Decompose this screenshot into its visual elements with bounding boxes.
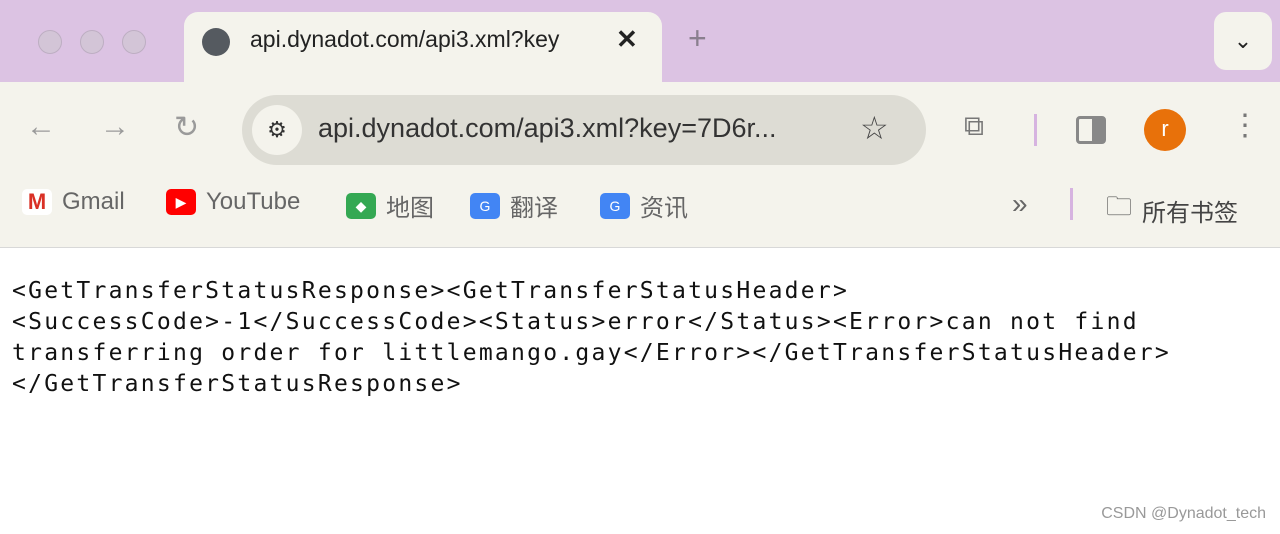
close-tab-icon[interactable]: ✕ xyxy=(616,24,638,55)
content-line: transferring order for littlemango.gay</… xyxy=(12,340,1171,366)
divider xyxy=(1034,114,1037,146)
bookmark-label: Gmail xyxy=(62,188,125,215)
new-tab-button[interactable]: + xyxy=(688,20,707,57)
content-line: </GetTransferStatusResponse> xyxy=(12,371,463,397)
bookmark-news[interactable]: G 资讯 xyxy=(600,188,688,223)
all-bookmarks-label: 所有书签 xyxy=(1142,199,1239,227)
bookmark-star-icon[interactable]: ☆ xyxy=(860,109,889,147)
forward-button[interactable]: → xyxy=(100,110,130,144)
bookmark-gmail[interactable]: M Gmail xyxy=(22,188,125,216)
site-settings-icon[interactable]: ⚙ xyxy=(252,105,302,155)
tab-strip: api.dynadot.com/api3.xml?key ✕ + ⌄ xyxy=(0,0,1280,84)
close-window-button[interactable] xyxy=(38,30,62,54)
divider xyxy=(1070,188,1073,220)
bookmark-label: 翻译 xyxy=(510,195,558,222)
content-line: <SuccessCode>-1</SuccessCode><Status>err… xyxy=(12,309,1139,335)
extensions-icon[interactable]: ⧉ xyxy=(964,110,984,143)
minimize-window-button[interactable] xyxy=(80,30,104,54)
profile-avatar[interactable]: r xyxy=(1144,109,1186,151)
address-bar[interactable]: ⚙ api.dynadot.com/api3.xml?key=7D6r... ☆ xyxy=(242,95,926,165)
bookmark-label: YouTube xyxy=(206,188,301,215)
side-panel-icon[interactable] xyxy=(1076,116,1106,144)
bookmark-label: 地图 xyxy=(386,195,434,222)
url-text[interactable]: api.dynadot.com/api3.xml?key=7D6r... xyxy=(318,113,777,144)
youtube-icon: ▶ xyxy=(166,189,196,215)
watermark: CSDN @Dynadot_tech xyxy=(1101,505,1266,522)
bookmark-label: 资讯 xyxy=(640,195,688,222)
active-tab[interactable]: api.dynadot.com/api3.xml?key ✕ xyxy=(184,12,662,84)
folder-icon: 🗀 xyxy=(1106,191,1133,221)
toolbar: ← → ↻ ⚙ api.dynadot.com/api3.xml?key=7D6… xyxy=(0,82,1280,248)
reload-button[interactable]: ↻ xyxy=(174,110,199,145)
content-line: <GetTransferStatusResponse><GetTransferS… xyxy=(12,278,850,304)
back-button[interactable]: ← xyxy=(26,110,56,144)
xml-response: <GetTransferStatusResponse><GetTransferS… xyxy=(12,276,1171,400)
menu-icon[interactable]: ⋮ xyxy=(1230,108,1260,143)
bookmark-translate[interactable]: G 翻译 xyxy=(470,188,558,223)
bookmark-maps[interactable]: ◆ 地图 xyxy=(346,188,434,223)
all-bookmarks-button[interactable]: 🗀 所有书签 xyxy=(1106,188,1238,232)
tab-search-button[interactable]: ⌄ xyxy=(1214,12,1272,70)
bookmarks-overflow-button[interactable]: » xyxy=(1012,188,1028,220)
maximize-window-button[interactable] xyxy=(122,30,146,54)
news-icon: G xyxy=(600,192,630,219)
globe-icon xyxy=(202,28,230,56)
gmail-icon: M xyxy=(22,189,52,215)
translate-icon: G xyxy=(470,192,500,219)
tab-title: api.dynadot.com/api3.xml?key xyxy=(250,26,560,52)
maps-icon: ◆ xyxy=(346,192,376,219)
bookmark-youtube[interactable]: ▶ YouTube xyxy=(166,188,300,216)
